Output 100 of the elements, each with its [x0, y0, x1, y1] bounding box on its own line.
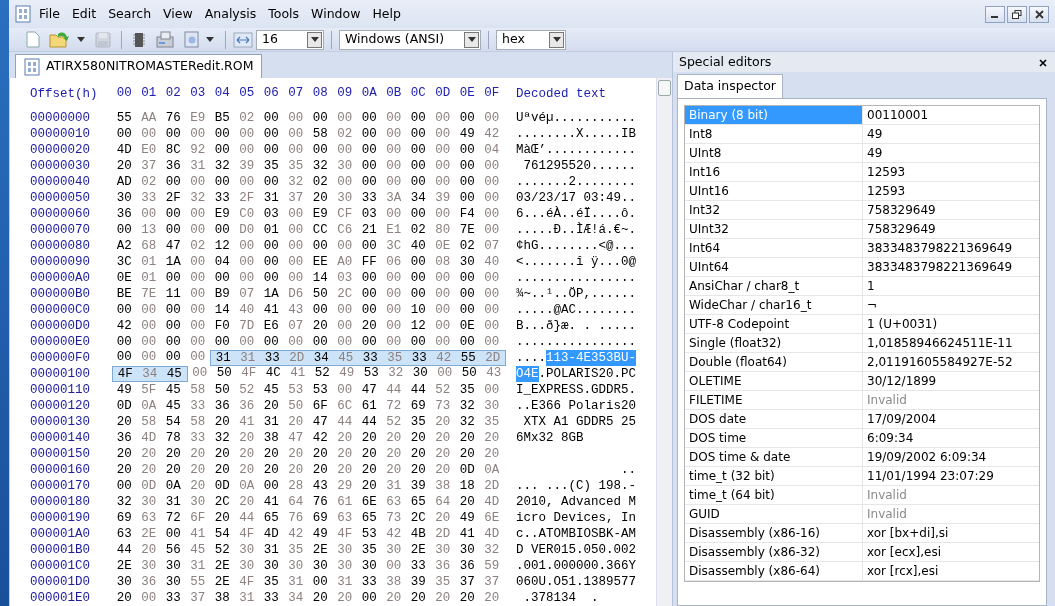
column-header: 06 — [262, 86, 280, 101]
offset-label: 00000180 — [30, 494, 91, 510]
inspector-label[interactable]: GUID — [685, 505, 863, 523]
decoded-text: .....@AC........ — [516, 302, 637, 318]
caret-icon[interactable] — [206, 37, 214, 42]
inspector-label[interactable]: Double (float64) — [685, 353, 863, 371]
hex-byte: 30 — [483, 398, 501, 414]
menu-item[interactable]: Tools — [262, 4, 306, 24]
inspector-label[interactable]: OLETIME — [685, 372, 863, 390]
decoded-text: 03/23/17 03:49.. — [516, 190, 637, 206]
hex-byte: 55 — [115, 110, 133, 126]
file-tab[interactable]: ATIRX580NITROMASTERedit.ROM — [15, 54, 263, 78]
hex-byte: 20 — [360, 318, 378, 334]
hex-byte: 14 — [213, 302, 231, 318]
inspector-label[interactable]: UInt64 — [685, 258, 863, 276]
restore-button[interactable] — [1007, 5, 1027, 23]
inspector-label[interactable]: UInt16 — [685, 182, 863, 200]
inspector-label[interactable]: UInt8 — [685, 144, 863, 162]
offset-label: 00000030 — [30, 158, 91, 174]
hex-byte: 00 — [164, 206, 182, 222]
hex-byte: 20 — [409, 590, 427, 606]
minimize-button[interactable] — [985, 5, 1005, 23]
hex-byte: 2C — [409, 510, 427, 526]
caret-icon[interactable] — [77, 37, 85, 42]
hex-byte: 32 — [483, 542, 501, 558]
hex-byte: 35 — [458, 382, 476, 398]
inspector-label[interactable]: Single (float32) — [685, 334, 863, 352]
hex-byte: 00 — [140, 350, 158, 365]
hex-byte: 20 — [483, 430, 501, 446]
menu-item[interactable]: File — [33, 4, 66, 24]
hex-byte: 42 — [385, 526, 403, 542]
hex-byte: 30 — [189, 494, 207, 510]
hex-byte: 44 — [360, 414, 378, 430]
inspector-label[interactable]: time_t (64 bit) — [685, 486, 863, 504]
hex-byte: 30 — [458, 542, 476, 558]
menu-item[interactable]: Help — [366, 4, 407, 24]
hex-byte: 64 — [434, 494, 452, 510]
hex-byte: 00 — [164, 302, 182, 318]
offset-label: 00000060 — [30, 206, 91, 222]
inspector-label[interactable]: Int16 — [685, 163, 863, 181]
hex-byte: 00 — [360, 270, 378, 286]
panel-tab[interactable]: Data inspector — [677, 74, 783, 98]
hex-byte: 02 — [311, 174, 329, 190]
inspector-label[interactable]: WideChar / char16_t — [685, 296, 863, 314]
inspector-label[interactable]: Disassembly (x86-64) — [685, 562, 863, 580]
inspector-label[interactable]: Disassembly (x86-32) — [685, 543, 863, 561]
hex-byte: 00 — [483, 302, 501, 318]
restore-icon — [1012, 9, 1022, 19]
hex-byte: 00 — [360, 126, 378, 142]
menu-item[interactable]: Analysis — [198, 4, 263, 24]
hex-byte: D6 — [287, 286, 305, 302]
vertical-scrollbar[interactable] — [656, 78, 672, 606]
hex-byte: 7E — [458, 222, 476, 238]
column-header: 0A — [360, 86, 378, 101]
hex-byte: 31 — [239, 350, 257, 366]
hex-byte: 49 — [311, 526, 329, 542]
inspector-label[interactable]: FILETIME — [685, 391, 863, 409]
hex-byte: AD — [115, 174, 133, 190]
close-button[interactable] — [1029, 5, 1049, 23]
inspector-label[interactable]: UInt32 — [685, 220, 863, 238]
hex-byte: 20 — [336, 446, 354, 462]
hex-byte: 00 — [140, 334, 158, 350]
decoded-text: MàŒ’............ — [516, 142, 637, 158]
hex-byte: 38 — [434, 478, 452, 494]
menu-item[interactable]: Edit — [65, 4, 103, 24]
inspector-label[interactable]: Int32 — [685, 201, 863, 219]
inspector-label[interactable]: DOS time — [685, 429, 863, 447]
hex-byte: 32 — [287, 174, 305, 190]
decoded-text: B...ð}æ. . ..... — [516, 318, 637, 334]
file-icon — [24, 57, 40, 76]
inspector-label[interactable]: Int8 — [685, 125, 863, 143]
offset-label: 00000120 — [30, 398, 91, 414]
hex-byte: 00 — [336, 382, 354, 398]
menu-item[interactable]: View — [157, 4, 199, 24]
inspector-value: 19/09/2002 6:09:34 — [866, 449, 988, 466]
column-header: Decoded text — [516, 86, 606, 102]
encoding-dropdown[interactable]: Windows (ANSI) — [339, 29, 481, 50]
offset-label: 00000160 — [30, 462, 91, 478]
decoded-text: .... — [516, 350, 546, 366]
panel-title: Special editors — [679, 52, 772, 71]
menu-item[interactable]: Window — [305, 4, 367, 24]
inspector-label[interactable]: time_t (32 bit) — [685, 467, 863, 485]
hex-byte: 31 — [238, 590, 256, 606]
hex-byte: 00 — [360, 286, 378, 302]
inspector-label[interactable]: AnsiChar / char8_t — [685, 277, 863, 295]
decoded-text: ¢hG........<@... — [516, 238, 637, 254]
inspector-value: 00110001 — [866, 107, 930, 124]
menu-item[interactable]: Search — [102, 4, 158, 24]
inspector-label[interactable]: DOS date — [685, 410, 863, 428]
hex-byte: 50 — [311, 286, 329, 302]
hex-byte: 53 — [287, 382, 305, 398]
hex-byte: 20 — [434, 590, 452, 606]
inspector-label[interactable]: Int64 — [685, 239, 863, 257]
inspector-label[interactable]: UTF-8 Codepoint — [685, 315, 863, 333]
display-mode-dropdown[interactable]: hex — [496, 29, 566, 50]
hex-byte: 31 — [262, 414, 280, 430]
hex-byte: 37 — [189, 590, 207, 606]
bytes-per-row-dropdown[interactable]: 16 — [256, 29, 324, 50]
inspector-label[interactable]: Disassembly (x86-16) — [685, 524, 863, 542]
inspector-label[interactable]: DOS time & date — [685, 448, 863, 466]
